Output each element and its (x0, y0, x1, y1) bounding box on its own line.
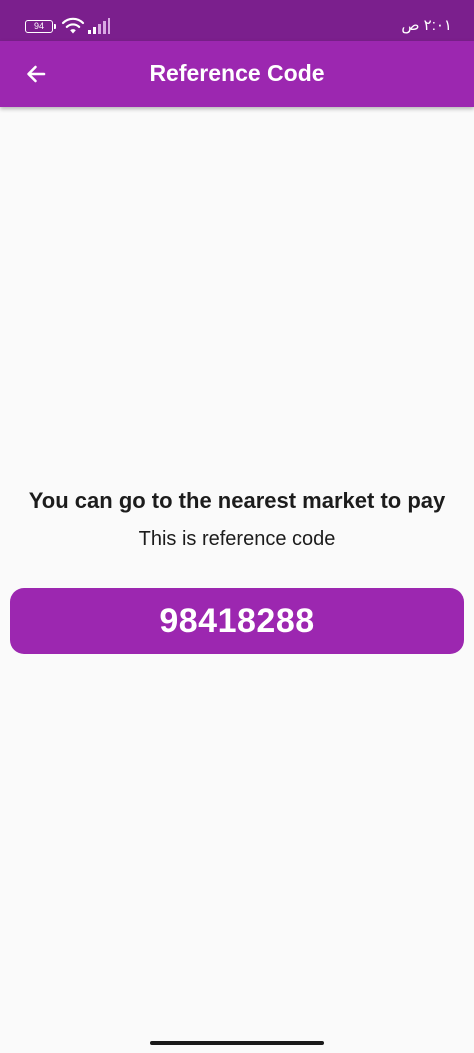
status-time: ٢:٠١ ص (401, 17, 452, 34)
reference-code-box: 98418288 (10, 588, 464, 654)
page-title: Reference Code (149, 60, 325, 86)
status-bar: 94 ٢:٠١ ص (0, 0, 474, 41)
wifi-icon (61, 17, 85, 34)
signal-icon (88, 18, 110, 34)
battery-level: 94 (33, 21, 44, 31)
main-content: You can go to the nearest market to pay … (0, 107, 474, 1033)
payment-instruction-heading: You can go to the nearest market to pay (28, 488, 446, 513)
home-indicator[interactable] (150, 1041, 324, 1045)
reference-code-caption: This is reference code (138, 528, 336, 550)
app-bar: Reference Code (0, 41, 474, 107)
reference-code-value: 98418288 (159, 601, 315, 640)
battery-tip (54, 24, 56, 29)
battery-icon: 94 (25, 20, 53, 33)
